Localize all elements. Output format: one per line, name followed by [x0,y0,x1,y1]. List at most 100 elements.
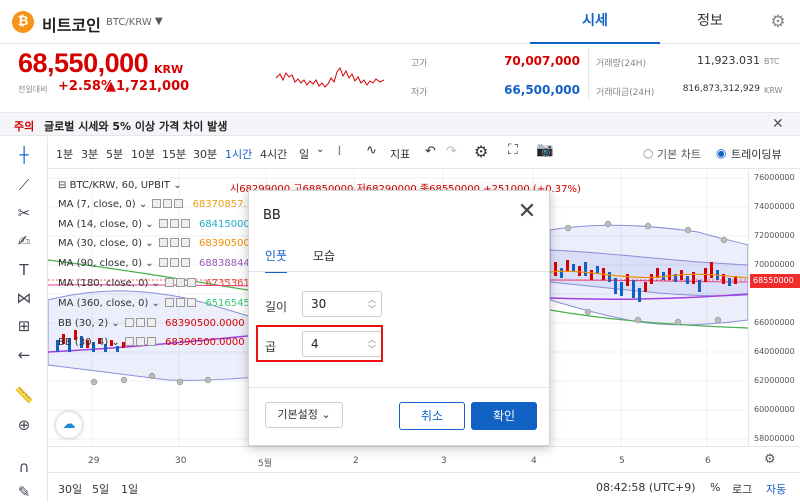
interval-15m[interactable]: 15분 [162,146,186,162]
settings-icon[interactable]: ⚙ [474,142,488,161]
text-icon[interactable]: T [12,258,36,282]
projection-icon[interactable]: ⊞ [12,314,36,338]
cancel-button[interactable]: 취소 [399,402,465,430]
interval-day[interactable]: 일 [299,146,309,162]
close-icon[interactable] [187,278,197,287]
legend-bb-30-2[interactable]: BB (30, 2) ⌄ 68390500.0000 [58,318,245,329]
eye-icon[interactable] [124,337,134,346]
close-icon[interactable] [180,238,190,247]
eye-icon[interactable] [124,318,134,327]
settings-icon[interactable] [135,318,145,327]
eye-icon[interactable] [158,219,168,228]
interval-4h[interactable]: 4시간 [260,146,287,162]
price-axis[interactable]: 76000000 74000000 72000000 70000000 6600… [748,170,800,446]
crosshair-icon[interactable]: ┼ [12,143,36,167]
dropdown-icon[interactable]: ⌄ [316,144,324,155]
time-axis[interactable]: 29 30 5월 2 3 4 5 6 ⚙ [48,446,800,472]
settings-icon[interactable] [169,258,179,267]
radio-basic-chart[interactable]: ○ [643,146,653,160]
settings-icon[interactable] [169,238,179,247]
legend-bb-30-4[interactable]: BB (30, 4) ⌄ 68390500.0000 [58,337,245,348]
undo-icon[interactable]: ↶ [425,144,436,159]
eye-icon[interactable] [158,238,168,247]
legend-ma180[interactable]: MA (180, close, 0) ⌄ 67353616.67 [58,278,272,289]
ok-button[interactable]: 확인 [471,402,537,430]
y-tick: 66000000 [754,318,795,327]
length-input[interactable]: 30 ︿ ﹀ [302,291,382,317]
fib-icon[interactable]: ✂ [12,201,36,225]
settings-icon[interactable] [169,219,179,228]
magnet-icon[interactable]: ∩ [12,455,36,479]
close-icon[interactable] [180,258,190,267]
notice-tag: 주의 [14,120,35,133]
change-amount: ▲1,721,000 [106,79,190,94]
gear-icon[interactable]: ⚙ [766,10,790,34]
close-icon[interactable] [146,318,156,327]
interval-1m[interactable]: 1분 [56,146,73,162]
arrow-left-icon[interactable]: ← [12,343,36,367]
percent-toggle[interactable]: % [710,481,720,494]
cloud-icon[interactable]: ☁ [56,412,82,438]
camera-icon[interactable]: 📷 [536,142,553,158]
log-toggle[interactable]: 로그 [732,481,752,497]
legend-ma30[interactable]: MA (30, close, 0) ⌄ 68390500.00 [58,238,266,249]
defaults-dropdown[interactable]: 기본설정 ⌄ [265,402,343,428]
range-5d[interactable]: 5일 [92,481,109,497]
indicator-button[interactable]: 지표 [390,146,410,162]
close-icon[interactable] [146,337,156,346]
eye-icon[interactable] [152,199,162,208]
legend-ma90[interactable]: MA (90, close, 0) ⌄ 68838844.44 [58,258,266,269]
legend-label: BB (30, 2) [58,318,109,329]
tab-price[interactable]: 시세 [530,0,660,44]
eye-icon[interactable] [158,258,168,267]
close-icon[interactable]: ✕ [772,116,784,132]
settings-icon[interactable] [163,199,173,208]
settings-icon[interactable] [135,337,145,346]
divider [588,48,589,100]
pattern-icon[interactable]: ⋈ [12,286,36,310]
auto-toggle[interactable]: 자동 [766,481,786,497]
basic-chart-label[interactable]: 기본 차트 [657,146,701,162]
legend-ma14[interactable]: MA (14, close, 0) ⌄ 68415000.00 [58,219,266,230]
close-icon[interactable] [187,298,197,307]
range-1d[interactable]: 1일 [121,481,138,497]
tab-inputs[interactable]: 인풋 [265,247,288,273]
candle-type-icon[interactable]: ⧘ [338,143,341,159]
interval-10m[interactable]: 10분 [131,146,155,162]
fullscreen-icon[interactable]: ⛶ [508,142,518,158]
axis-settings-icon[interactable]: ⚙ [764,452,776,467]
interval-1h[interactable]: 1시간 [225,146,252,162]
range-30d[interactable]: 30일 [58,481,82,497]
eye-icon[interactable] [165,278,175,287]
legend-ma360[interactable]: MA (360, close, 0) ⌄ 65165450.00 [58,298,272,309]
ruler-icon[interactable]: 📏 [12,383,36,407]
clock-readout[interactable]: 08:42:58 (UTC+9) [596,481,696,494]
stepper-down-icon[interactable]: ﹀ [368,304,376,315]
close-icon[interactable]: ✕ [515,201,539,225]
redo-icon[interactable]: ↷ [446,144,457,159]
trendline-icon[interactable]: ⟋ [12,173,36,197]
settings-icon[interactable] [176,298,186,307]
interval-3m[interactable]: 3분 [81,146,98,162]
close-icon[interactable] [180,219,190,228]
dropdown-icon[interactable]: ⌄ [173,180,181,191]
tab-style[interactable]: 모습 [313,247,335,264]
caret-down-icon[interactable]: ▼ [155,16,163,27]
indicator-icon[interactable]: ∿ [366,143,377,158]
radio-tradingview[interactable]: ◉ [716,146,726,160]
legend-value: 68390500.0000 [165,337,245,348]
eye-icon[interactable] [165,298,175,307]
tradingview-label[interactable]: 트레이딩뷰 [731,146,782,162]
interval-30m[interactable]: 30분 [193,146,217,162]
tab-info[interactable]: 정보 [660,0,760,44]
collapse-icon[interactable]: ⊟ [58,180,66,191]
x-tick: 6 [705,456,711,466]
settings-icon[interactable] [176,278,186,287]
pencil-lock-icon[interactable]: ✎ [12,480,36,504]
chart-toolbar: 1분 3분 5분 10분 15분 30분 1시간 4시간 일 ⌄ ⧘ ∿ 지표 … [48,137,800,169]
interval-5m[interactable]: 5분 [106,146,123,162]
close-icon[interactable] [174,199,184,208]
brush-icon[interactable]: ✍ [12,229,36,253]
zoom-in-icon[interactable]: ⊕ [12,413,36,437]
legend-ma7[interactable]: MA (7, close, 0) ⌄ 68370857.14 [58,199,259,210]
